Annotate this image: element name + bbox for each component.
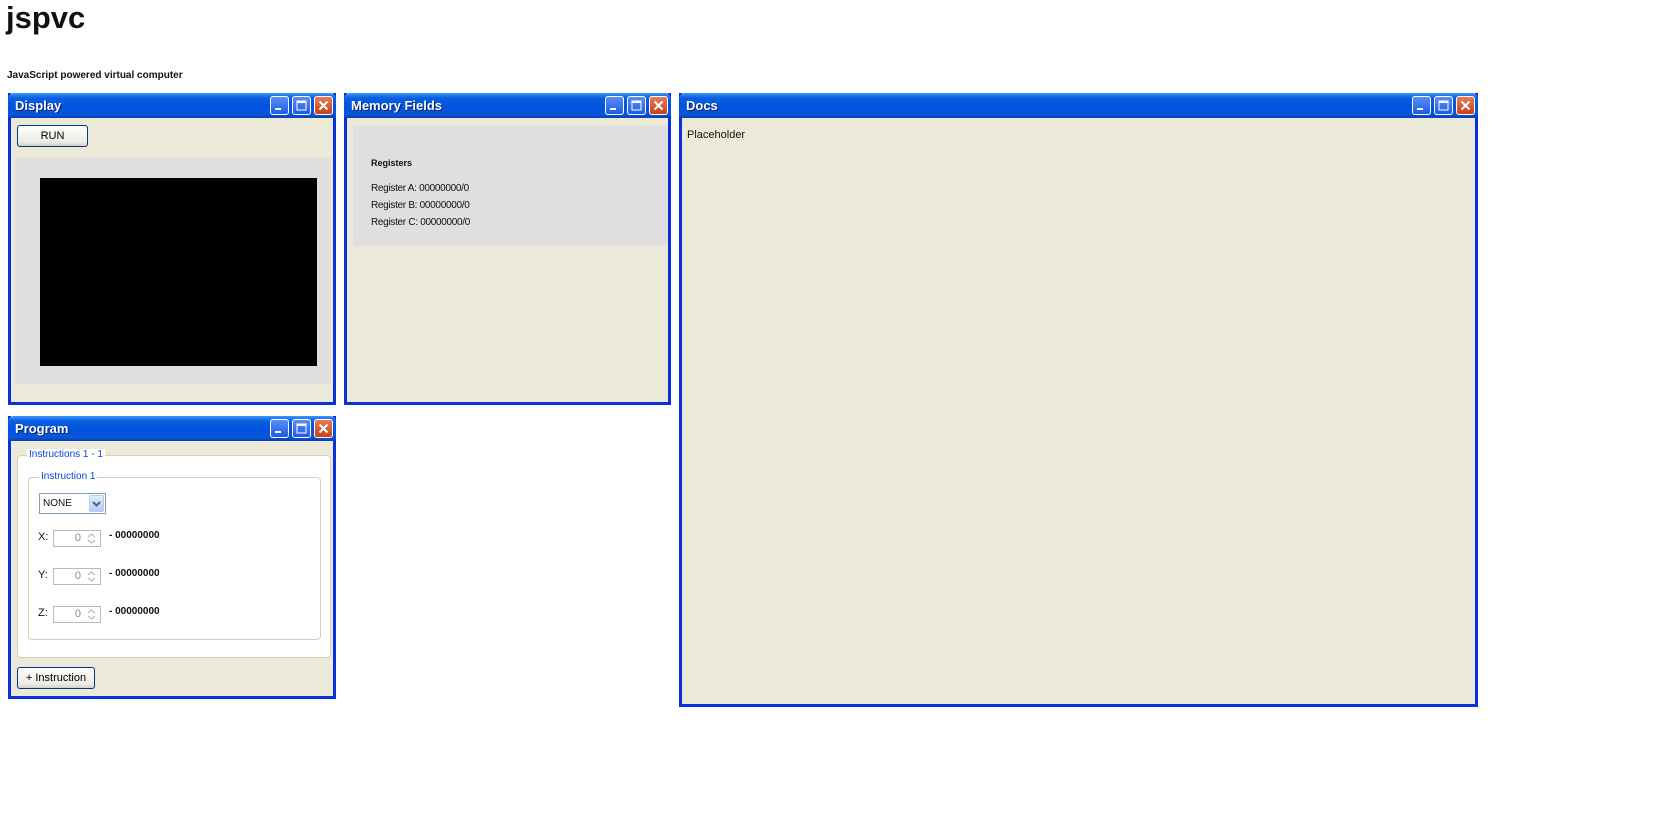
run-button[interactable]: RUN <box>17 125 88 147</box>
memory-titlebar[interactable]: Memory Fields <box>344 93 671 118</box>
spinner-arrows-icon[interactable] <box>85 608 98 621</box>
registers-title: Registers <box>371 158 413 168</box>
docs-titlebar[interactable]: Docs <box>679 93 1478 118</box>
page-subtitle: JavaScript powered virtual computer <box>7 70 183 81</box>
chevron-down-icon[interactable] <box>89 495 104 512</box>
x-binary: - 00000000 <box>109 530 160 541</box>
z-label: Z: <box>38 607 48 619</box>
maximize-icon <box>296 100 307 111</box>
y-value: 0 <box>74 570 81 582</box>
instructions-group: Instructions 1 - 1 Instruction 1 NONE X:… <box>17 449 331 658</box>
maximize-icon <box>631 100 642 111</box>
close-button[interactable] <box>649 96 668 115</box>
display-screen <box>40 178 317 366</box>
z-spinner[interactable]: 0 <box>53 606 101 623</box>
minimize-button[interactable] <box>1412 96 1431 115</box>
close-button[interactable] <box>314 96 333 115</box>
maximize-button[interactable] <box>292 96 311 115</box>
close-icon <box>318 423 329 434</box>
minimize-icon <box>275 431 281 433</box>
program-titlebar[interactable]: Program <box>8 416 336 441</box>
close-button[interactable] <box>314 419 333 438</box>
close-icon <box>1460 100 1471 111</box>
minimize-icon <box>1417 108 1423 110</box>
instructions-group-legend: Instructions 1 - 1 <box>27 449 105 461</box>
x-value: 0 <box>74 532 81 544</box>
z-value: 0 <box>74 608 81 620</box>
register-c: Register C: 00000000/0 <box>371 217 471 228</box>
instruction-fieldset: Instruction 1 NONE X: 0 - 00000000 Y: 0 <box>28 471 321 640</box>
memory-fields-window: Memory Fields Registers Register A: 0000… <box>344 93 671 405</box>
display-window: Display RUN <box>8 93 336 405</box>
maximize-button[interactable] <box>292 419 311 438</box>
maximize-icon <box>1438 100 1449 111</box>
x-spinner[interactable]: 0 <box>53 530 101 547</box>
docs-placeholder-text: Placeholder <box>687 129 746 141</box>
spinner-arrows-icon[interactable] <box>85 532 98 545</box>
memory-body: Registers Register A: 00000000/0 Registe… <box>347 118 668 402</box>
minimize-button[interactable] <box>270 419 289 438</box>
display-area <box>15 158 331 384</box>
register-a: Register A: 00000000/0 <box>371 183 469 194</box>
y-label: Y: <box>38 569 48 581</box>
minimize-button[interactable] <box>270 96 289 115</box>
window-title: Docs <box>686 98 718 113</box>
close-icon <box>318 100 329 111</box>
minimize-icon <box>610 108 616 110</box>
window-title: Display <box>15 98 62 113</box>
program-window: Program Instructions 1 - 1 Instruction 1… <box>8 416 336 699</box>
close-button[interactable] <box>1456 96 1475 115</box>
register-b: Register B: 00000000/0 <box>371 200 470 211</box>
minimize-button[interactable] <box>605 96 624 115</box>
y-binary: - 00000000 <box>109 568 160 579</box>
instruction-legend: Instruction 1 <box>39 471 98 483</box>
minimize-icon <box>275 108 281 110</box>
opcode-selected-value: NONE <box>43 498 72 509</box>
opcode-select[interactable]: NONE <box>39 493 106 514</box>
docs-body: Placeholder <box>682 118 1475 704</box>
maximize-icon <box>296 423 307 434</box>
window-title: Program <box>15 421 69 436</box>
maximize-button[interactable] <box>1434 96 1453 115</box>
z-binary: - 00000000 <box>109 606 160 617</box>
display-body: RUN <box>11 118 333 402</box>
program-body: Instructions 1 - 1 Instruction 1 NONE X:… <box>11 441 333 696</box>
add-instruction-button[interactable]: + Instruction <box>17 667 95 689</box>
close-icon <box>653 100 664 111</box>
x-label: X: <box>38 531 49 543</box>
maximize-button[interactable] <box>627 96 646 115</box>
window-title: Memory Fields <box>351 98 443 113</box>
spinner-arrows-icon[interactable] <box>85 570 98 583</box>
page-title: jspvc <box>6 0 86 35</box>
docs-window: Docs Placeholder <box>679 93 1478 707</box>
registers-panel: Registers Register A: 00000000/0 Registe… <box>353 126 668 246</box>
y-spinner[interactable]: 0 <box>53 568 101 585</box>
display-titlebar[interactable]: Display <box>8 93 336 118</box>
